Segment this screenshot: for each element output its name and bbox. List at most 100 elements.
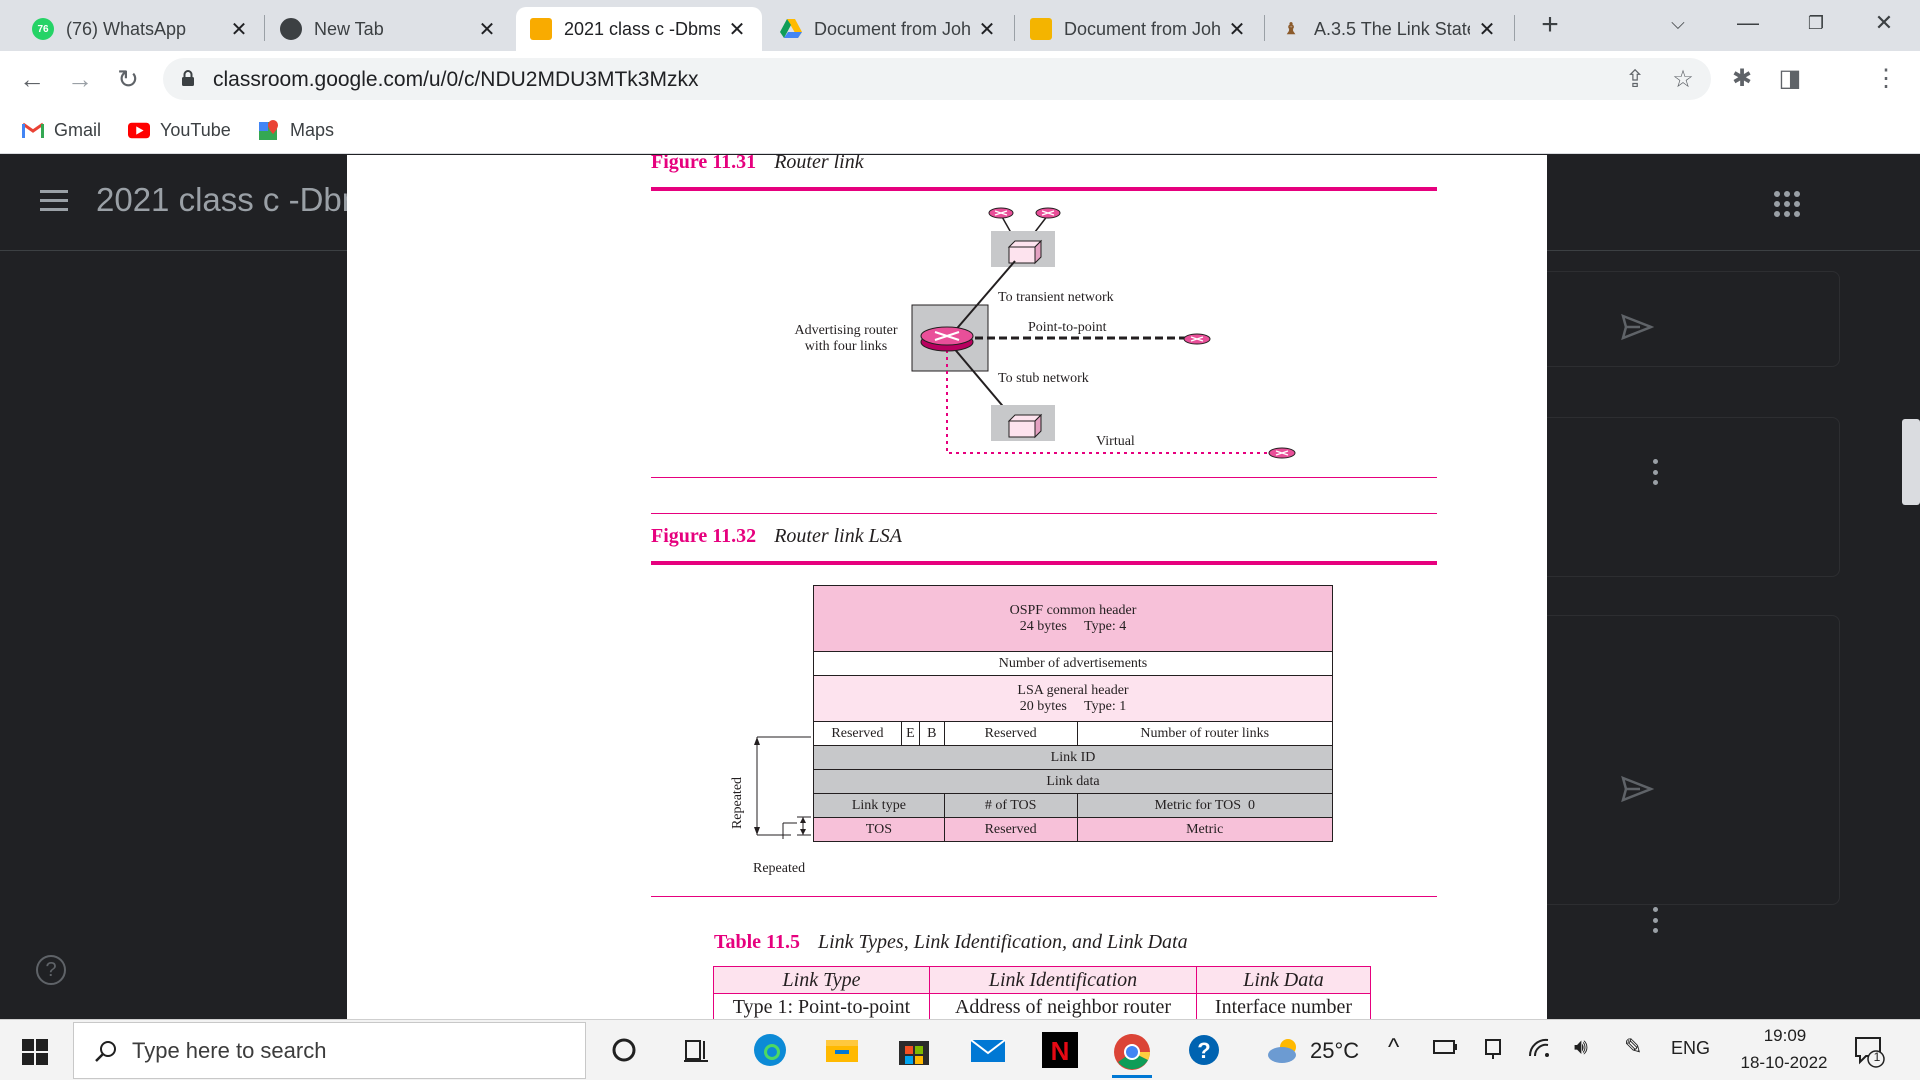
forward-icon[interactable]: → [62,61,98,97]
browser-toolbar: ← → ↻ classroom.google.com/u/0/c/NDU2MDU… [0,51,1920,107]
transient-network-label: To transient network [998,290,1114,305]
address-bar[interactable]: classroom.google.com/u/0/c/NDU2MDU3MTk3M… [163,58,1711,100]
virtual-link-label: Virtual [1096,434,1135,449]
slides-icon [1030,18,1052,40]
main-menu-icon[interactable] [40,190,68,214]
task-view-icon[interactable] [676,1030,716,1070]
lsa-row: Number of advertisements [813,651,1333,676]
side-panel-icon[interactable]: ◨ [1774,63,1806,95]
figure-caption: Router link LSA [774,525,902,547]
svg-text:?: ? [1197,1038,1210,1063]
back-icon[interactable]: ← [14,61,50,97]
advertising-router-icon [920,326,974,352]
battery-icon[interactable] [1432,1036,1458,1064]
tab-document-1[interactable]: Document from Joh ✕ [766,7,1012,51]
lock-icon[interactable] [181,69,195,87]
chrome-icon [280,18,302,40]
column-header: Link Type [713,966,930,994]
weather-temperature[interactable]: 25°C [1310,1038,1359,1064]
tab-whatsapp[interactable]: 76 (76) WhatsApp ✕ [18,7,264,51]
send-icon[interactable] [1620,313,1654,341]
weather-icon[interactable] [1262,1030,1306,1070]
close-tab-icon[interactable]: ✕ [1226,17,1248,42]
close-tab-icon[interactable]: ✕ [228,17,250,42]
table-11-5-heading: Table 11.5 Link Types, Link Identificatio… [714,931,1188,954]
edge-icon[interactable] [750,1030,790,1070]
google-apps-icon[interactable] [1774,191,1800,217]
volume-icon[interactable]: 🔊︎ [1574,1034,1588,1060]
lsa-row: Link ID [813,745,1333,770]
close-tab-icon[interactable]: ✕ [976,17,998,42]
close-tab-icon[interactable]: ✕ [726,17,748,42]
bookmark-youtube[interactable]: YouTube [128,117,231,143]
num-links-cell: Number of router links [1076,721,1333,746]
bookmark-star-icon[interactable]: ☆ [1667,64,1699,96]
bookmark-maps[interactable]: Maps [258,117,334,143]
cortana-icon[interactable] [604,1030,644,1070]
show-hidden-icons-icon[interactable]: ^ [1388,1034,1399,1062]
switch-icon [1007,413,1043,439]
metric-tos0-cell: Metric for TOS 0 [1076,793,1333,818]
taskbar-search-box[interactable]: Type here to search [73,1022,586,1079]
tab-search-icon[interactable]: ⌵ [1658,6,1698,40]
tab-title: A.3.5 The Link State [1314,18,1470,39]
figure-rule [651,561,1437,565]
more-options-icon[interactable] [1652,907,1658,933]
input-language[interactable]: ENG [1671,1038,1710,1059]
restore-icon[interactable]: ❐ [1796,6,1836,40]
clock-time[interactable]: 19:09 [1740,1026,1830,1046]
clock-date[interactable]: 18-10-2022 [1734,1053,1834,1073]
advertising-router-label: Advertising router [794,323,897,338]
share-icon[interactable]: ⇪ [1619,64,1651,96]
bookmarks-bar: Gmail YouTube Maps [0,107,1920,154]
new-tab-button[interactable]: + [1534,10,1566,42]
chrome-menu-icon[interactable]: ⋮ [1870,63,1902,95]
scrollbar-thumb[interactable] [1902,419,1920,505]
close-tab-icon[interactable]: ✕ [476,17,498,42]
help-icon[interactable]: ? [36,955,66,985]
wifi-icon[interactable] [1528,1036,1552,1064]
lsa-row: LSA general header 20 bytes Type: 1 [813,675,1333,722]
tab-new-tab[interactable]: New Tab ✕ [266,7,512,51]
close-tab-icon[interactable]: ✕ [1476,17,1498,42]
help-app-icon[interactable]: ? [1184,1030,1224,1070]
send-icon[interactable] [1620,775,1654,803]
column-header: Link Identification [929,966,1197,994]
extensions-icon[interactable]: ✱ [1726,63,1758,95]
link-types-table: Link Type Link Identification Link Data … [713,966,1371,1019]
repeated-label-bottom: Repeated [753,861,806,876]
file-explorer-icon[interactable] [822,1030,862,1070]
more-options-icon[interactable] [1652,459,1658,485]
lsa-row: Link type # of TOS Metric for TOS 0 [813,793,1333,818]
tab-document-2[interactable]: Document from Joh ✕ [1016,7,1262,51]
close-window-icon[interactable]: ✕ [1864,6,1904,40]
bookmark-gmail[interactable]: Gmail [22,117,101,143]
whatsapp-icon: 76 [32,18,54,40]
netflix-icon[interactable]: N [1040,1030,1080,1070]
class-title[interactable]: 2021 class c -Dbms [96,181,386,219]
tab-classroom[interactable]: 2021 class c -Dbms ✕ [516,7,762,51]
mail-icon[interactable] [968,1030,1008,1070]
tab-link-state[interactable]: ♝ A.3.5 The Link State ✕ [1266,7,1512,51]
table-cell: Address of neighbor router [929,993,1197,1019]
figure-rule [651,477,1437,478]
lsa-row: Reserved E B Reserved Number of router l… [813,721,1333,746]
cell-line: OSPF common header [1009,603,1137,619]
link-id-cell: Link ID [813,745,1333,770]
figure-rule [651,513,1437,514]
profile-avatar[interactable] [1818,63,1852,95]
minimize-icon[interactable]: — [1728,6,1768,40]
cell-line: 20 bytes Type: 1 [1019,698,1127,714]
reload-icon[interactable]: ↻ [110,61,146,97]
num-tos-cell: # of TOS [943,793,1078,818]
windows-start-icon[interactable] [22,1039,48,1065]
b-bit-cell: B [918,721,945,746]
search-icon [95,1041,116,1062]
chrome-taskbar-icon[interactable] [1112,1028,1152,1078]
meet-now-icon[interactable] [1482,1036,1504,1066]
pen-icon[interactable]: ✎ [1624,1034,1642,1060]
tab-separator [1514,15,1515,41]
microsoft-store-icon[interactable] [894,1030,934,1070]
book-icon: ♝ [1283,21,1299,38]
router-link-lsa-table: OSPF common header 24 bytes Type: 4 Numb… [813,585,1333,842]
